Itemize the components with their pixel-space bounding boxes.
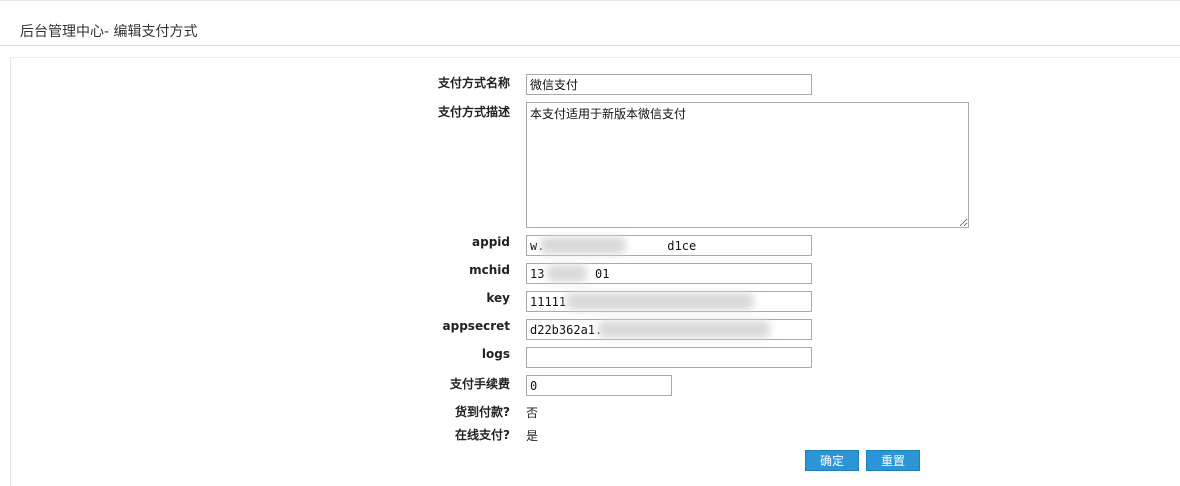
online-payment-label: 在线支付? <box>455 428 510 442</box>
appsecret-label: appsecret <box>442 319 510 333</box>
fee-input[interactable] <box>526 375 672 396</box>
payment-description-textarea[interactable]: 本支付适用于新版本微信支付 <box>526 102 969 228</box>
page-title: 后台管理中心- 编辑支付方式 <box>20 24 198 40</box>
cash-on-delivery-label: 货到付款? <box>455 405 510 419</box>
redaction-blur <box>540 237 626 254</box>
cash-on-delivery-value: 否 <box>526 406 539 420</box>
confirm-button[interactable]: 确定 <box>805 450 859 471</box>
page-header: 后台管理中心- 编辑支付方式 <box>0 0 1180 46</box>
page: 后台管理中心- 编辑支付方式 支付方式名称 支付方式描述 本支付适用于新版本微信… <box>0 0 1180 486</box>
fee-label: 支付手续费 <box>449 377 510 391</box>
appid-label: appid <box>472 235 510 249</box>
payment-description-label: 支付方式描述 <box>437 105 510 119</box>
redaction-blur <box>566 293 754 310</box>
payment-name-label: 支付方式名称 <box>437 76 510 90</box>
payment-name-input[interactable] <box>526 74 812 95</box>
logs-input[interactable] <box>526 347 812 368</box>
logs-label: logs <box>481 347 510 361</box>
redaction-blur <box>598 321 770 338</box>
key-label: key <box>486 291 510 305</box>
online-payment-value: 是 <box>526 429 539 443</box>
mchid-label: mchid <box>469 263 510 277</box>
redaction-blur <box>547 265 587 282</box>
reset-button[interactable]: 重置 <box>866 450 920 471</box>
